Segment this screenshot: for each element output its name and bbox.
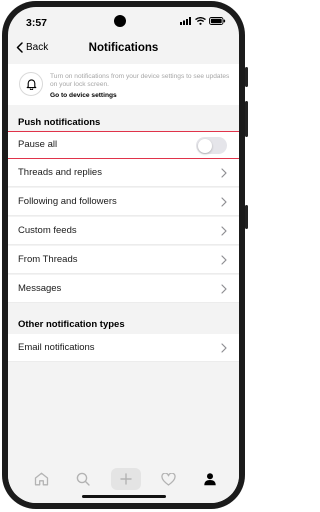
search-icon [76, 472, 90, 486]
navigation-bar: Back Notifications [8, 37, 239, 63]
bell-icon [26, 79, 36, 90]
wifi-icon [195, 17, 206, 25]
status-icons [180, 17, 226, 25]
bell-icon-circle [19, 72, 43, 96]
signal-icon [180, 17, 191, 25]
settings-row-custom-feeds[interactable]: Custom feeds [8, 217, 239, 245]
page-title: Notifications [88, 42, 159, 54]
chevron-right-icon [221, 226, 227, 236]
tab-create[interactable] [111, 468, 141, 490]
notification-banner: Turn on notifications from your device s… [8, 64, 239, 105]
side-button [245, 67, 248, 87]
chevron-right-icon [221, 197, 227, 207]
status-time: 3:57 [26, 17, 48, 29]
chevron-right-icon [221, 343, 227, 353]
toggle-knob [197, 138, 212, 153]
battery-icon [209, 17, 226, 25]
tab-activity[interactable] [156, 469, 180, 489]
side-button [245, 205, 248, 229]
settings-row-from-threads[interactable]: From Threads [8, 246, 239, 274]
settings-row-threads-and-replies[interactable]: Threads and replies [8, 159, 239, 187]
device-settings-link[interactable]: Go to device settings [50, 92, 117, 99]
tab-bar [8, 463, 239, 503]
row-label: From Threads [18, 254, 78, 265]
tab-search[interactable] [71, 469, 95, 489]
side-button [245, 101, 248, 137]
profile-icon [204, 473, 216, 486]
plus-icon [120, 473, 132, 485]
home-indicator [81, 495, 166, 498]
settings-row-following-and-followers[interactable]: Following and followers [8, 188, 239, 216]
push-notifications-heading: Push notifications [18, 117, 101, 128]
pause-all-toggle[interactable] [196, 137, 227, 154]
phone-frame: 3:57 Back Notifications Turn on notifica… [2, 1, 248, 509]
other-notification-types-heading: Other notification types [18, 319, 125, 330]
tab-profile[interactable] [198, 469, 222, 489]
pause-all-row: Pause all [8, 131, 239, 159]
row-label: Following and followers [18, 196, 117, 207]
chevron-right-icon [221, 284, 227, 294]
pause-all-label: Pause all [18, 139, 58, 150]
chevron-right-icon [221, 168, 227, 178]
home-icon [34, 472, 48, 486]
banner-message: Turn on notifications from your device s… [50, 73, 230, 88]
tab-home[interactable] [29, 469, 53, 489]
row-label: Custom feeds [18, 225, 77, 236]
chevron-right-icon [221, 255, 227, 265]
settings-row-email-notifications[interactable]: Email notifications [8, 334, 239, 362]
row-label: Email notifications [18, 342, 95, 353]
heart-icon [160, 472, 176, 486]
settings-row-messages[interactable]: Messages [8, 275, 239, 303]
row-label: Threads and replies [18, 167, 102, 178]
row-label: Messages [18, 283, 62, 294]
screen: 3:57 Back Notifications Turn on notifica… [8, 7, 239, 503]
status-bar: 3:57 [8, 7, 239, 35]
camera-cutout [114, 15, 126, 27]
